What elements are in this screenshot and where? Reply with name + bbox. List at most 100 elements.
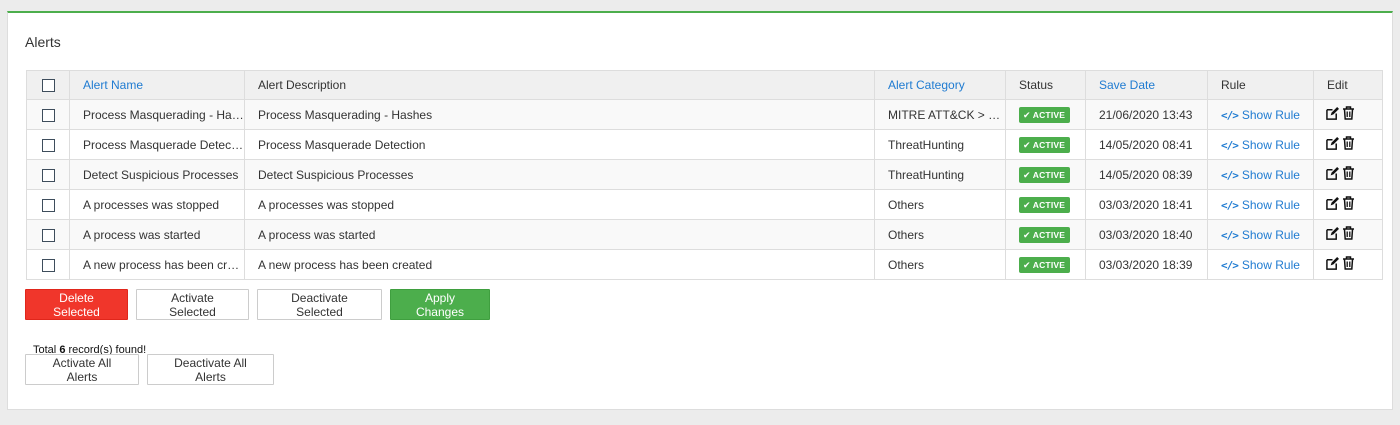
status-cell: ✔ ACTIVE [1005,99,1086,130]
row-select-cell [26,129,70,160]
row-checkbox[interactable] [41,258,55,272]
status-label: ACTIVE [1032,109,1066,120]
row-select-cell [26,99,70,130]
row-select-cell [26,189,70,220]
apply-changes-button[interactable]: Apply Changes [390,289,490,320]
row-checkbox[interactable] [41,198,55,212]
rule-cell: </> Show Rule [1207,219,1314,250]
show-rule-link[interactable]: </> Show Rule [1221,138,1300,152]
activate-selected-button[interactable]: Activate Selected [136,289,249,320]
status-badge: ✔ ACTIVE [1019,256,1071,273]
row-checkbox[interactable] [41,168,55,182]
edit-cell [1313,189,1383,220]
table-row: Detect Suspicious Processes Detect Suspic… [26,159,1383,190]
show-rule-link[interactable]: </> Show Rule [1221,198,1300,212]
table-row: A process was started A process was start… [26,219,1383,250]
header-save-date[interactable]: Save Date [1085,70,1208,100]
code-icon: </> [1221,168,1239,182]
deactivate-all-alerts-button[interactable]: Deactivate All Alerts [147,354,274,385]
edit-icon[interactable] [1326,106,1339,123]
show-rule-link[interactable]: </> Show Rule [1221,108,1300,122]
row-checkbox[interactable] [41,138,55,152]
code-icon: </> [1221,138,1239,152]
rule-cell: </> Show Rule [1207,159,1314,190]
status-badge: ✔ ACTIVE [1019,166,1071,183]
edit-icon[interactable] [1326,166,1339,183]
alerts-table: Alert Name Alert Description Alert Categ… [26,70,1383,280]
header-alert-category[interactable]: Alert Category [874,70,1006,100]
select-all-checkbox[interactable] [41,79,55,93]
status-cell: ✔ ACTIVE [1005,189,1086,220]
header-alert-name[interactable]: Alert Name [69,70,245,100]
table-row: Process Masquerade Detection Process Masq… [26,129,1383,160]
status-badge: ✔ ACTIVE [1019,226,1071,243]
edit-icon[interactable] [1326,196,1339,213]
code-icon: </> [1221,228,1239,242]
check-icon: ✔ [1023,199,1031,210]
row-select-cell [26,249,70,280]
show-rule-label: Show Rule [1241,227,1300,242]
edit-cell [1313,99,1383,130]
status-label: ACTIVE [1032,259,1066,270]
trash-icon[interactable] [1342,106,1355,123]
edit-icon[interactable] [1326,226,1339,243]
row-checkbox[interactable] [41,108,55,122]
alert-description-cell: A new process has been created [244,249,875,280]
alert-description-cell: A processes was stopped [244,189,875,220]
edit-icon[interactable] [1326,136,1339,153]
status-badge: ✔ ACTIVE [1019,196,1071,213]
code-icon: </> [1221,258,1239,272]
alert-description-cell: A process was started [244,219,875,250]
trash-icon[interactable] [1342,166,1355,183]
check-icon: ✔ [1023,109,1031,120]
header-status: Status [1005,70,1086,100]
status-badge: ✔ ACTIVE [1019,106,1071,123]
trash-icon[interactable] [1342,136,1355,153]
status-label: ACTIVE [1032,199,1066,210]
row-select-cell [26,159,70,190]
alert-category-cell: Others [874,219,1006,250]
alert-category-cell: Others [874,249,1006,280]
check-icon: ✔ [1023,229,1031,240]
trash-icon[interactable] [1342,256,1355,273]
alert-description-cell: Detect Suspicious Processes [244,159,875,190]
code-icon: </> [1221,198,1239,212]
edit-cell [1313,249,1383,280]
save-date-cell: 03/03/2020 18:40 [1085,219,1208,250]
edit-icon[interactable] [1326,256,1339,273]
show-rule-label: Show Rule [1241,167,1300,182]
row-select-cell [26,219,70,250]
alert-name-cell: A process was started [69,219,245,250]
alert-name-cell: A processes was stopped [69,189,245,220]
show-rule-link[interactable]: </> Show Rule [1221,228,1300,242]
row-checkbox[interactable] [41,228,55,242]
alert-category-cell: Others [874,189,1006,220]
status-label: ACTIVE [1032,169,1066,180]
alerts-panel: Alerts Alert Name Alert Description Aler… [7,11,1393,410]
alert-category-cell: ThreatHunting [874,159,1006,190]
show-rule-link[interactable]: </> Show Rule [1221,168,1300,182]
alert-category-cell: MITRE ATT&CK > Defense Evasion [874,99,1006,130]
alert-name-cell: Process Masquerade Detection [69,129,245,160]
activate-all-alerts-button[interactable]: Activate All Alerts [25,354,139,385]
trash-icon[interactable] [1342,226,1355,243]
save-date-cell: 14/05/2020 08:39 [1085,159,1208,190]
edit-cell [1313,159,1383,190]
save-date-cell: 03/03/2020 18:39 [1085,249,1208,280]
check-icon: ✔ [1023,259,1031,270]
deactivate-selected-button[interactable]: Deactivate Selected [257,289,382,320]
status-cell: ✔ ACTIVE [1005,159,1086,190]
panel-title: Alerts [25,34,61,50]
alert-name-cell: Detect Suspicious Processes [69,159,245,190]
table-row: A processes was stopped A processes was s… [26,189,1383,220]
delete-selected-button[interactable]: Delete Selected [25,289,128,320]
trash-icon[interactable] [1342,196,1355,213]
alert-description-cell: Process Masquerading - Hashes [244,99,875,130]
edit-cell [1313,219,1383,250]
show-rule-link[interactable]: </> Show Rule [1221,258,1300,272]
table-header-row: Alert Name Alert Description Alert Categ… [26,70,1383,100]
rule-cell: </> Show Rule [1207,99,1314,130]
status-cell: ✔ ACTIVE [1005,129,1086,160]
rule-cell: </> Show Rule [1207,249,1314,280]
status-label: ACTIVE [1032,229,1066,240]
